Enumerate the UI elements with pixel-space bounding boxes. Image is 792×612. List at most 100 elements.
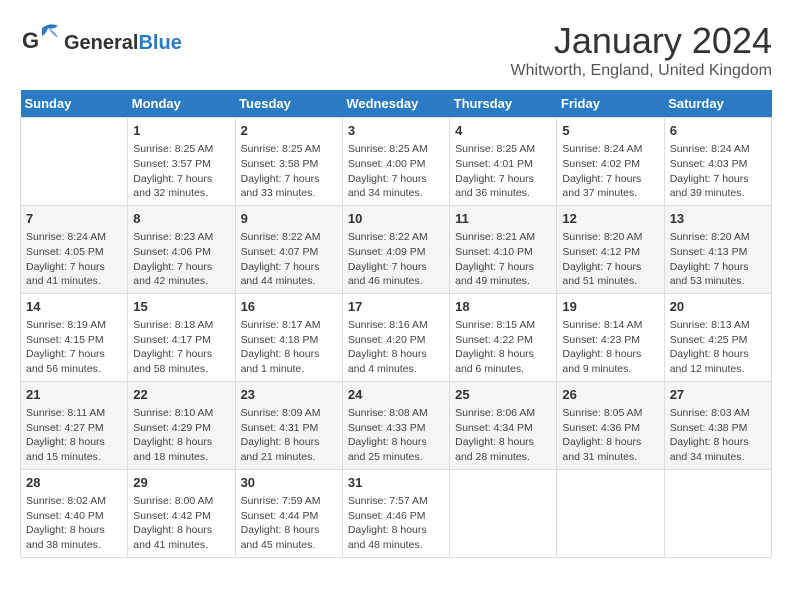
weekday-sunday: Sunday	[21, 90, 128, 118]
logo-text: GeneralBlue	[64, 32, 182, 54]
day-cell: 4Sunrise: 8:25 AMSunset: 4:01 PMDaylight…	[450, 118, 557, 206]
weekday-wednesday: Wednesday	[342, 90, 449, 118]
day-info: Sunrise: 8:24 AMSunset: 4:05 PMDaylight:…	[26, 230, 122, 289]
week-row-5: 28 Sunrise: 8:02 AMSunset: 4:40 PMDayligh…	[21, 469, 772, 557]
day-info: Sunrise: 7:57 AMSunset: 4:46 PMDaylight:…	[348, 494, 444, 553]
day-number: 22	[133, 386, 229, 404]
day-info: Sunrise: 8:24 AMSunset: 4:02 PMDaylight:…	[562, 142, 658, 201]
day-number: 19	[562, 298, 658, 316]
day-cell: 6Sunrise: 8:24 AMSunset: 4:03 PMDaylight…	[664, 118, 771, 206]
day-number: 11	[455, 210, 551, 228]
day-info: Sunrise: 7:59 AMSunset: 4:44 PMDaylight:…	[241, 494, 337, 553]
day-cell	[450, 469, 557, 557]
day-number: 15	[133, 298, 229, 316]
day-number: 29	[133, 474, 229, 492]
day-cell: 31 Sunrise: 7:57 AMSunset: 4:46 PMDayligh…	[342, 469, 449, 557]
day-number: 5	[562, 122, 658, 140]
day-number: 31	[348, 474, 444, 492]
day-number: 18	[455, 298, 551, 316]
day-info: Sunrise: 8:18 AMSunset: 4:17 PMDaylight:…	[133, 318, 229, 377]
day-cell: 16 Sunrise: 8:17 AMSunset: 4:18 PMDayligh…	[235, 293, 342, 381]
day-cell: 2 Sunrise: 8:25 AMSunset: 3:58 PMDaylight…	[235, 118, 342, 206]
day-info: Sunrise: 8:13 AMSunset: 4:25 PMDaylight:…	[670, 318, 766, 377]
day-number: 3	[348, 122, 444, 140]
location: Whitworth, England, United Kingdom	[511, 62, 772, 80]
day-number: 21	[26, 386, 122, 404]
weekday-tuesday: Tuesday	[235, 90, 342, 118]
day-cell: 12Sunrise: 8:20 AMSunset: 4:12 PMDayligh…	[557, 205, 664, 293]
day-cell: 10 Sunrise: 8:22 AMSunset: 4:09 PMDayligh…	[342, 205, 449, 293]
day-number: 10	[348, 210, 444, 228]
day-cell: 29 Sunrise: 8:00 AMSunset: 4:42 PMDayligh…	[128, 469, 235, 557]
day-info: Sunrise: 8:11 AMSunset: 4:27 PMDaylight:…	[26, 406, 122, 465]
day-number: 17	[348, 298, 444, 316]
day-number: 16	[241, 298, 337, 316]
week-row-4: 21 Sunrise: 8:11 AMSunset: 4:27 PMDayligh…	[21, 381, 772, 469]
weekday-header-row: SundayMondayTuesdayWednesdayThursdayFrid…	[21, 90, 772, 118]
day-cell: 23 Sunrise: 8:09 AMSunset: 4:31 PMDayligh…	[235, 381, 342, 469]
day-cell: 21 Sunrise: 8:11 AMSunset: 4:27 PMDayligh…	[21, 381, 128, 469]
week-row-3: 14Sunrise: 8:19 AMSunset: 4:15 PMDayligh…	[21, 293, 772, 381]
day-cell: 11 Sunrise: 8:21 AMSunset: 4:10 PMDayligh…	[450, 205, 557, 293]
day-info: Sunrise: 8:08 AMSunset: 4:33 PMDaylight:…	[348, 406, 444, 465]
day-cell: 15 Sunrise: 8:18 AMSunset: 4:17 PMDayligh…	[128, 293, 235, 381]
day-number: 4	[455, 122, 551, 140]
day-info: Sunrise: 8:23 AMSunset: 4:06 PMDaylight:…	[133, 230, 229, 289]
day-cell: 28 Sunrise: 8:02 AMSunset: 4:40 PMDayligh…	[21, 469, 128, 557]
weekday-friday: Friday	[557, 90, 664, 118]
day-number: 23	[241, 386, 337, 404]
day-info: Sunrise: 8:15 AMSunset: 4:22 PMDaylight:…	[455, 318, 551, 377]
day-cell: 30 Sunrise: 7:59 AMSunset: 4:44 PMDayligh…	[235, 469, 342, 557]
weekday-saturday: Saturday	[664, 90, 771, 118]
day-info: Sunrise: 8:25 AMSunset: 4:00 PMDaylight:…	[348, 142, 444, 201]
day-info: Sunrise: 8:03 AMSunset: 4:38 PMDaylight:…	[670, 406, 766, 465]
day-number: 13	[670, 210, 766, 228]
day-number: 7	[26, 210, 122, 228]
day-info: Sunrise: 8:09 AMSunset: 4:31 PMDaylight:…	[241, 406, 337, 465]
day-info: Sunrise: 8:25 AMSunset: 3:57 PMDaylight:…	[133, 142, 229, 201]
logo: G GeneralBlue	[20, 20, 182, 65]
day-info: Sunrise: 8:21 AMSunset: 4:10 PMDaylight:…	[455, 230, 551, 289]
day-number: 30	[241, 474, 337, 492]
weekday-monday: Monday	[128, 90, 235, 118]
day-info: Sunrise: 8:22 AMSunset: 4:09 PMDaylight:…	[348, 230, 444, 289]
day-info: Sunrise: 8:20 AMSunset: 4:12 PMDaylight:…	[562, 230, 658, 289]
day-cell: 5 Sunrise: 8:24 AMSunset: 4:02 PMDaylight…	[557, 118, 664, 206]
day-cell: 25Sunrise: 8:06 AMSunset: 4:34 PMDayligh…	[450, 381, 557, 469]
page-header: G GeneralBlue January 2024 Whitworth, En…	[20, 20, 772, 80]
day-number: 2	[241, 122, 337, 140]
day-info: Sunrise: 8:05 AMSunset: 4:36 PMDaylight:…	[562, 406, 658, 465]
day-cell	[557, 469, 664, 557]
day-cell: 19 Sunrise: 8:14 AMSunset: 4:23 PMDayligh…	[557, 293, 664, 381]
month-title: January 2024	[511, 20, 772, 62]
day-info: Sunrise: 8:17 AMSunset: 4:18 PMDaylight:…	[241, 318, 337, 377]
day-number: 14	[26, 298, 122, 316]
day-number: 1	[133, 122, 229, 140]
day-info: Sunrise: 8:10 AMSunset: 4:29 PMDaylight:…	[133, 406, 229, 465]
day-cell	[664, 469, 771, 557]
calendar-body: 1 Sunrise: 8:25 AMSunset: 3:57 PMDaylight…	[21, 118, 772, 558]
day-number: 25	[455, 386, 551, 404]
day-info: Sunrise: 8:25 AMSunset: 3:58 PMDaylight:…	[241, 142, 337, 201]
day-cell: 26 Sunrise: 8:05 AMSunset: 4:36 PMDayligh…	[557, 381, 664, 469]
day-info: Sunrise: 8:00 AMSunset: 4:42 PMDaylight:…	[133, 494, 229, 553]
day-number: 24	[348, 386, 444, 404]
day-number: 8	[133, 210, 229, 228]
day-info: Sunrise: 8:02 AMSunset: 4:40 PMDaylight:…	[26, 494, 122, 553]
day-cell: 18 Sunrise: 8:15 AMSunset: 4:22 PMDayligh…	[450, 293, 557, 381]
day-number: 28	[26, 474, 122, 492]
day-info: Sunrise: 8:16 AMSunset: 4:20 PMDaylight:…	[348, 318, 444, 377]
day-cell: 8 Sunrise: 8:23 AMSunset: 4:06 PMDaylight…	[128, 205, 235, 293]
day-info: Sunrise: 8:14 AMSunset: 4:23 PMDaylight:…	[562, 318, 658, 377]
day-cell: 14Sunrise: 8:19 AMSunset: 4:15 PMDayligh…	[21, 293, 128, 381]
day-info: Sunrise: 8:20 AMSunset: 4:13 PMDaylight:…	[670, 230, 766, 289]
day-info: Sunrise: 8:22 AMSunset: 4:07 PMDaylight:…	[241, 230, 337, 289]
day-cell: 13 Sunrise: 8:20 AMSunset: 4:13 PMDayligh…	[664, 205, 771, 293]
day-cell: 3 Sunrise: 8:25 AMSunset: 4:00 PMDaylight…	[342, 118, 449, 206]
day-cell	[21, 118, 128, 206]
day-cell: 7 Sunrise: 8:24 AMSunset: 4:05 PMDaylight…	[21, 205, 128, 293]
week-row-2: 7 Sunrise: 8:24 AMSunset: 4:05 PMDaylight…	[21, 205, 772, 293]
logo-icon: G	[20, 20, 60, 65]
day-number: 26	[562, 386, 658, 404]
day-cell: 17 Sunrise: 8:16 AMSunset: 4:20 PMDayligh…	[342, 293, 449, 381]
